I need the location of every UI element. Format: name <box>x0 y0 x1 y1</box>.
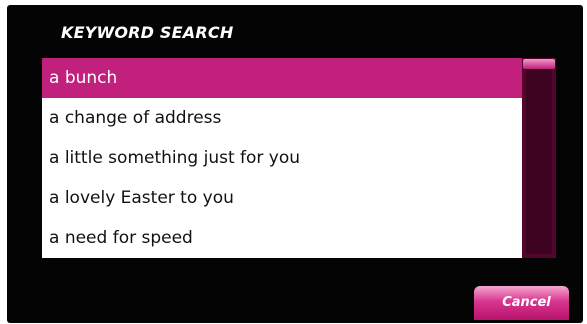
list-item[interactable]: a lovely Easter to you <box>42 178 522 218</box>
list-item[interactable]: a little something just for you <box>42 138 522 178</box>
scroll-track[interactable] <box>526 68 552 254</box>
cancel-button[interactable]: Cancel <box>474 286 569 320</box>
scroll-thumb[interactable] <box>523 59 555 69</box>
keyword-list: a bunch a change of address a little som… <box>42 58 522 258</box>
list-item[interactable]: a bunch <box>42 58 522 98</box>
page-title: KEYWORD SEARCH <box>61 23 234 42</box>
scrollbar[interactable] <box>522 58 556 258</box>
list-item[interactable]: a need for speed <box>42 218 522 258</box>
list-item[interactable]: a change of address <box>42 98 522 138</box>
